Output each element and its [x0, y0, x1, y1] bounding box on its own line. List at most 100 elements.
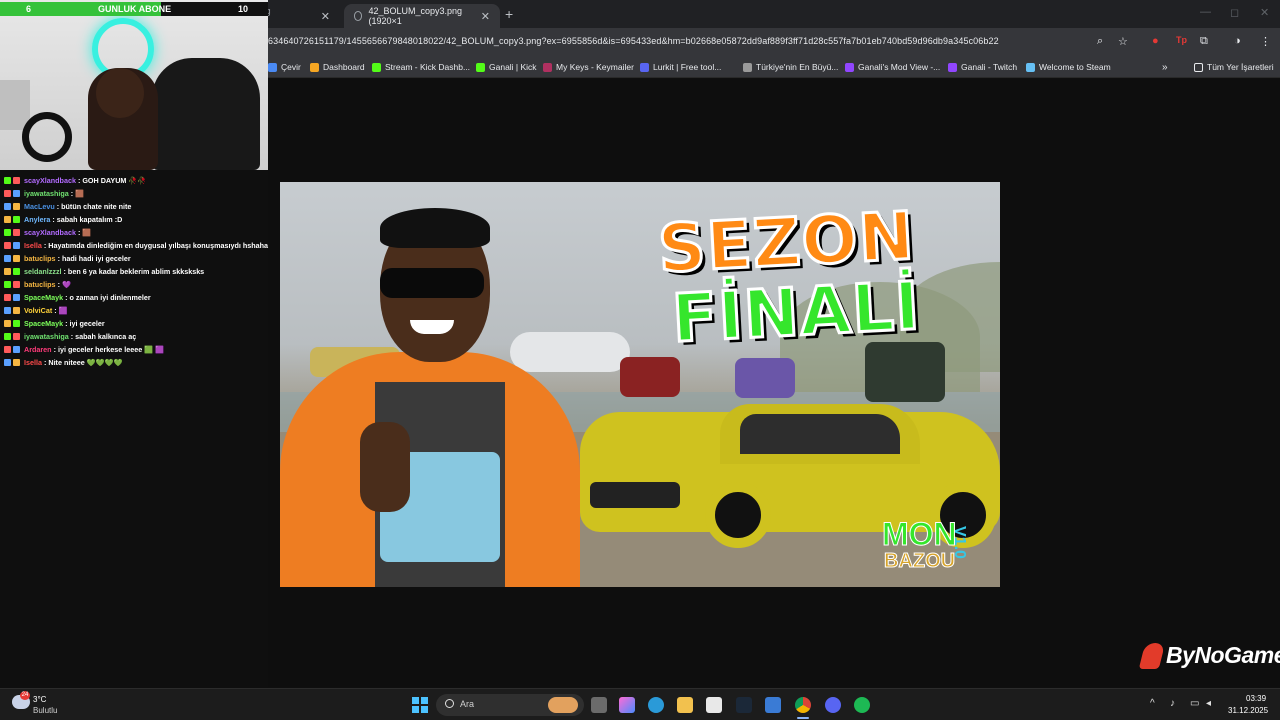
- window-close-icon[interactable]: ✕: [1260, 6, 1269, 19]
- store-icon[interactable]: [706, 697, 722, 713]
- bookmark-steam[interactable]: Welcome to Steam: [1026, 62, 1111, 72]
- chat-badge-icon: [13, 268, 20, 275]
- chat-username[interactable]: scayXlandback: [24, 228, 76, 237]
- bookmark-mod-view[interactable]: Ganali's Mod View -...: [845, 62, 940, 72]
- tab-42-bolum[interactable]: 42_BOLUM_copy3.png (1920×1 ✕: [344, 4, 500, 28]
- new-tab-button[interactable]: +: [505, 6, 513, 22]
- menu-kebab-icon[interactable]: ⋮: [1260, 35, 1271, 48]
- chat-username[interactable]: iyawatashiga: [24, 332, 69, 341]
- all-bookmarks-button[interactable]: Tüm Yer İşaretleri: [1194, 62, 1274, 72]
- mail-icon[interactable]: [765, 697, 781, 713]
- maximize-icon[interactable]: ◻: [1230, 6, 1239, 19]
- chat-badge-icon: [13, 346, 20, 353]
- chat-username[interactable]: seldanlzzzl: [24, 267, 62, 276]
- spotify-icon[interactable]: [854, 697, 870, 713]
- extension-red-icon[interactable]: ●: [1152, 35, 1159, 47]
- chat-message: Ardaren: iyi geceler herkese leeee 🟩 🟪: [4, 343, 268, 356]
- taskbar-search[interactable]: Ara: [436, 694, 584, 716]
- chat-badge-icon: [13, 333, 20, 340]
- chat-badge-icon: [13, 177, 20, 184]
- task-view-icon[interactable]: [591, 697, 607, 713]
- chat-username[interactable]: Isella: [24, 241, 42, 250]
- chat-message: batuclips: 💜: [4, 278, 268, 291]
- ok-hand: [360, 422, 410, 512]
- display-icon[interactable]: ▭: [1190, 698, 1199, 709]
- chat-username[interactable]: iyawatashiga: [24, 189, 69, 198]
- chat-badge-icon: [4, 333, 11, 340]
- chat-username[interactable]: Ardaren: [24, 345, 52, 354]
- site-icon: [743, 62, 752, 72]
- bookmark-lurkit[interactable]: Lurkit | Free tool...: [640, 62, 721, 72]
- chat-text: : Hayatımda dinlediğim en duygusal yılba…: [43, 241, 268, 250]
- chat-text: : 🟫: [77, 228, 92, 237]
- chat-username[interactable]: Anylera: [24, 215, 50, 224]
- bookmark-keymailer[interactable]: My Keys - Keymailer: [543, 62, 634, 72]
- extensions-puzzle-icon[interactable]: ⧉: [1200, 35, 1208, 48]
- chat-text: : sabah kapatalım :D: [52, 215, 123, 224]
- chat-badge-icon: [13, 281, 20, 288]
- profile-avatar-icon[interactable]: ◑: [1234, 35, 1241, 47]
- chrome-icon[interactable]: [795, 697, 811, 713]
- kick-icon: [372, 62, 381, 72]
- sub-goal-bar: 6 GUNLUK ABONE 10: [0, 2, 268, 16]
- edge-icon[interactable]: [648, 697, 664, 713]
- chat-message: SpaceMayk: iyi geceler: [4, 317, 268, 330]
- chat-badge-icon: [4, 229, 11, 236]
- chat-username[interactable]: batuclips: [24, 280, 56, 289]
- clock-date[interactable]: 31.12.2025: [1228, 706, 1268, 715]
- bookmark-twitch[interactable]: Ganali - Twitch: [948, 62, 1017, 72]
- zoom-icon[interactable]: ⌕: [1097, 35, 1103, 48]
- chat-badge-icon: [4, 320, 11, 327]
- chat-text: : bütün chate nite nite: [56, 202, 132, 211]
- tab-close-icon[interactable]: ✕: [473, 10, 490, 23]
- chat-username[interactable]: Isella: [24, 358, 42, 367]
- tray-chevron-icon[interactable]: ^: [1150, 698, 1155, 709]
- bookmark-kick-dashboard[interactable]: Stream - Kick Dashb...: [372, 62, 470, 72]
- chat-badge-icon: [4, 255, 11, 262]
- minimize-icon[interactable]: —: [1200, 6, 1211, 18]
- chat-username[interactable]: SpaceMayk: [24, 293, 63, 302]
- chat-badge-icon: [4, 307, 11, 314]
- tab-label: 42_BOLUM_copy3.png (1920×1: [368, 6, 463, 26]
- search-icon: [445, 699, 454, 708]
- copilot-icon[interactable]: [619, 697, 635, 713]
- chat-username[interactable]: VolviCat: [24, 306, 52, 315]
- chat-text: : o zaman iyi dinlenmeler: [65, 293, 151, 302]
- chat-username[interactable]: scayXlandback: [24, 176, 76, 185]
- bynogame-logo-icon: [1138, 642, 1166, 669]
- weather-temp[interactable]: 3°C: [33, 695, 46, 704]
- chat-badge-icon: [13, 307, 20, 314]
- chat-text: : iyi geceler herkese leeee 🟩 🟪: [53, 345, 165, 354]
- extension-tp-icon[interactable]: Tp: [1176, 35, 1187, 45]
- volume-icon[interactable]: ◂: [1206, 698, 1211, 709]
- steam-icon[interactable]: [736, 697, 752, 713]
- microphone-icon[interactable]: ♪: [1170, 698, 1175, 709]
- bookmark-dashboard[interactable]: Dashboard: [310, 62, 365, 72]
- bookmark-cevir[interactable]: Çevir: [268, 62, 301, 72]
- chat-message: batuclips: hadi hadi iyi geceler: [4, 252, 268, 265]
- bookmarks-more-button[interactable]: »: [1162, 62, 1168, 73]
- url-field[interactable]: 634640726151179/1455656679848018022/42_B…: [268, 36, 999, 46]
- chat-badge-icon: [4, 346, 11, 353]
- bookmark-ganali-kick[interactable]: Ganali | Kick: [476, 62, 537, 72]
- chat-badge-icon: [4, 242, 11, 249]
- sub-goal-title: GUNLUK ABONE: [98, 4, 172, 14]
- chat-message: scayXlandback: GOH DAYUM 🥀🥀: [4, 174, 268, 187]
- bookmark-turkiye[interactable]: Türkiye'nin En Büyü...: [743, 62, 838, 72]
- bookmark-star-icon[interactable]: ☆: [1118, 35, 1128, 48]
- chat-message: VolviCat: 🟪: [4, 304, 268, 317]
- chat-text: : Nite niteee 💚💚💚💚: [43, 358, 123, 367]
- chat-badge-icon: [4, 359, 11, 366]
- tab-close-icon[interactable]: ✕: [313, 10, 330, 23]
- chat-username[interactable]: batuclips: [24, 254, 56, 263]
- windows-start-icon[interactable]: [412, 697, 428, 713]
- chat-username[interactable]: SpaceMayk: [24, 319, 63, 328]
- weather-desc[interactable]: Bulutlu: [33, 706, 57, 715]
- search-placeholder: Ara: [460, 699, 475, 709]
- chat-username[interactable]: MacLevu: [24, 202, 55, 211]
- kick-icon: [476, 62, 485, 72]
- chat-badge-icon: [4, 177, 11, 184]
- clock-time[interactable]: 03:39: [1246, 694, 1266, 703]
- discord-icon[interactable]: [825, 697, 841, 713]
- file-explorer-icon[interactable]: [677, 697, 693, 713]
